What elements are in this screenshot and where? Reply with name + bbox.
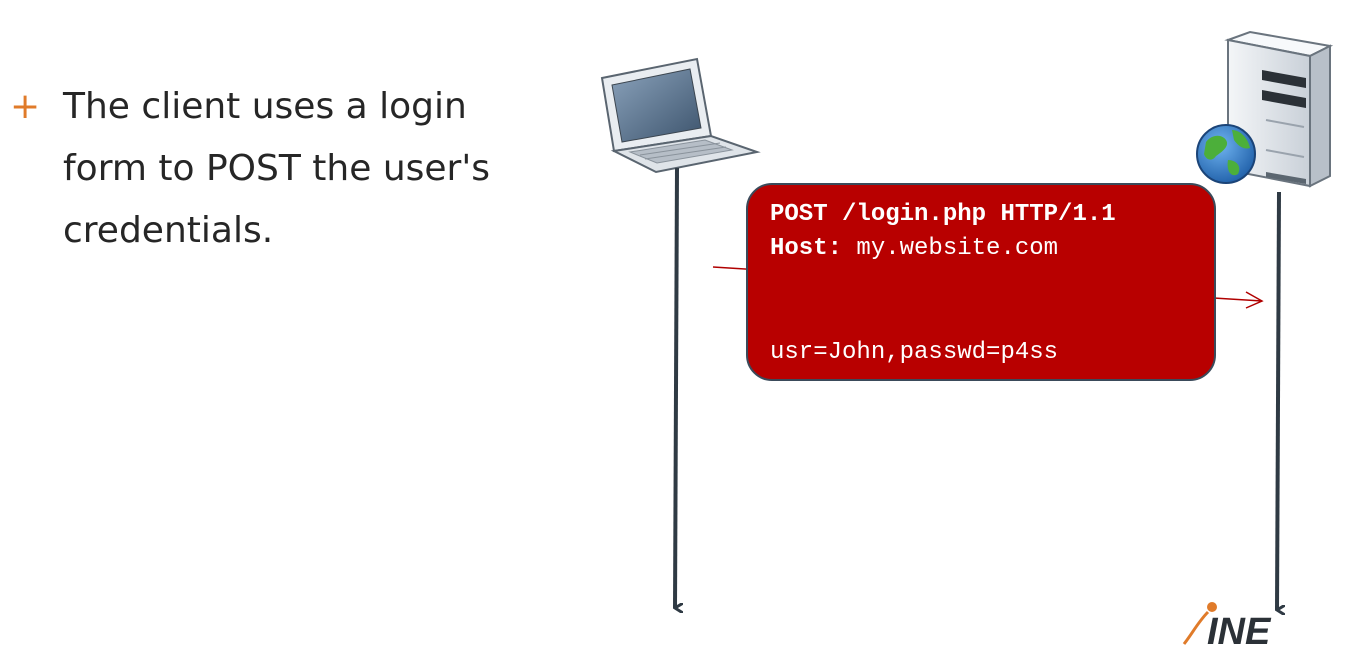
logo-text: INE: [1207, 611, 1272, 653]
ine-logo: INE: [1182, 602, 1272, 653]
request-line: POST /login.php HTTP/1.1: [770, 201, 1116, 228]
host-header-key: Host:: [770, 235, 843, 262]
request-body: usr=John,passwd=p4ss: [770, 339, 1059, 366]
globe-icon: [1196, 124, 1256, 184]
logo-swoosh: [1182, 610, 1210, 645]
host-header-value: my.website.com: [856, 235, 1059, 262]
client-timeline: [675, 167, 677, 608]
server-timeline: [1277, 191, 1279, 610]
http-request-box: POST /login.php HTTP/1.1 Host: my.websit…: [746, 183, 1216, 381]
host-header: Host: my.website.com: [770, 235, 1058, 262]
laptop-icon: [600, 57, 761, 174]
